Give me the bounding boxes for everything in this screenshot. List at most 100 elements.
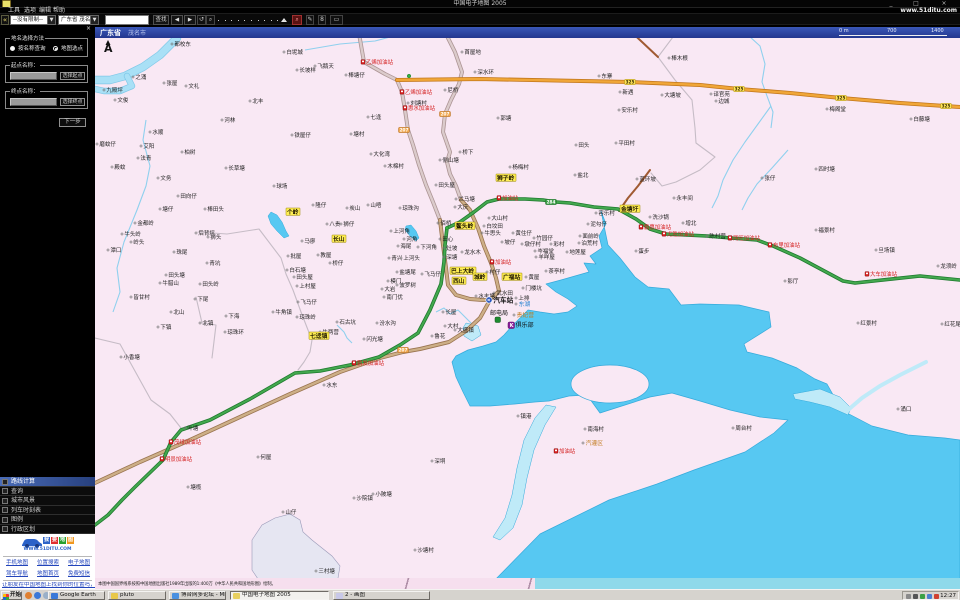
- radio-by-name-label[interactable]: 按名称查询: [18, 46, 46, 52]
- function-item-icon: [2, 526, 8, 532]
- quicklaunch-icon[interactable]: [25, 592, 32, 599]
- village-label: 田头岭: [202, 280, 219, 288]
- village-label: 沙塘村: [417, 546, 434, 554]
- village-label: 金都岭: [137, 219, 154, 227]
- radio-map-pick[interactable]: [53, 46, 58, 51]
- pick-end-button[interactable]: 选择终点: [60, 98, 85, 106]
- function-item-4[interactable]: 图例: [0, 515, 95, 525]
- maximize-button[interactable]: □: [912, 1, 920, 6]
- next-step-button[interactable]: 下一步: [59, 118, 86, 127]
- village-label: 白石塘: [289, 266, 306, 274]
- region-combobox[interactable]: 广东省 茂名市▼: [58, 15, 99, 25]
- logo-site-text: WWW.51DITU.COM: [0, 547, 95, 552]
- function-item-5[interactable]: 行政区划: [0, 525, 95, 535]
- town-label: 鳌头岭: [456, 222, 474, 230]
- gas-station-icon-window: [555, 450, 557, 452]
- promo-link-1-1[interactable]: 地图首页: [37, 571, 59, 577]
- village-label: 南门优: [386, 293, 403, 301]
- pick-start-button[interactable]: 选择起点: [60, 72, 85, 80]
- gas-station-label: 两旺加油站: [733, 234, 761, 242]
- promo-panel: 我要地图 WWW.51DITU.COM 让朋友在中国地图上找到你的位置吗，超链 …: [0, 534, 95, 589]
- search-input[interactable]: [105, 15, 149, 25]
- task-button-icon: [233, 593, 240, 599]
- windows-flag-icon: [3, 594, 9, 600]
- start-name-field[interactable]: [10, 72, 57, 80]
- start-group-title: 起点名称：: [10, 63, 40, 69]
- village-label: 鲁花: [434, 332, 446, 340]
- magnifier-active-icon[interactable]: ⌕: [292, 15, 302, 25]
- pen-icon[interactable]: ✎: [306, 15, 314, 25]
- task-button-0[interactable]: Google Earth: [48, 591, 105, 600]
- post-office-label: 邮电局: [490, 309, 508, 317]
- folder-icon[interactable]: ▭: [330, 15, 343, 25]
- village-label: 盐塘尾: [399, 268, 416, 276]
- promo-link-0-1[interactable]: 位置搜索: [37, 560, 59, 566]
- task-button-1[interactable]: pluto: [108, 591, 166, 600]
- village-label: 下河角: [420, 243, 437, 251]
- close-button[interactable]: ×: [940, 1, 948, 6]
- zoom-slider[interactable]: [216, 15, 290, 25]
- reset-view-icon[interactable]: ↺: [197, 15, 206, 25]
- radio-by-name[interactable]: [10, 46, 15, 51]
- zoom-tick: [218, 20, 219, 21]
- village-label: 山唔: [370, 201, 382, 209]
- village-label: 边城: [718, 97, 730, 105]
- quicklaunch-ie-icon[interactable]: [34, 592, 41, 599]
- village-label: 白坭城: [286, 48, 303, 56]
- village-label: 山仔: [285, 508, 297, 516]
- filter-combobox-value: --没有限制--: [13, 17, 43, 23]
- find-button[interactable]: 查找: [153, 15, 169, 25]
- promo-link-1-2[interactable]: 免费短信: [68, 571, 90, 577]
- promo-link-1-0[interactable]: 驾车导航: [6, 571, 28, 577]
- chevron-down-icon[interactable]: ▼: [90, 16, 98, 24]
- chevron-down-icon[interactable]: ▼: [47, 16, 55, 24]
- gas-station-icon-window: [362, 61, 364, 63]
- task-button-2[interactable]: 博台网多论坛 - Microso...: [169, 591, 226, 600]
- village-label: 棒塘仔: [348, 71, 365, 79]
- start-button[interactable]: 开始: [1, 591, 22, 600]
- function-item-1[interactable]: 查询: [0, 487, 95, 497]
- function-item-0[interactable]: 路线计算: [0, 477, 95, 487]
- gas-station-label: 茂绿加油站: [174, 438, 202, 446]
- zoom-icon[interactable]: ⌕: [206, 15, 215, 25]
- village-label: 永丰间: [676, 194, 693, 202]
- town-label: 长山: [333, 235, 345, 243]
- task-button-4[interactable]: 2 - 画图: [333, 591, 430, 600]
- village-label: 大山村: [491, 214, 508, 222]
- gas-station-label: 加油站: [559, 447, 576, 455]
- function-item-3[interactable]: 列车时刻表: [0, 506, 95, 516]
- village-label: 牛头岭: [124, 230, 141, 238]
- village-label: 批屋: [290, 252, 302, 260]
- village-label: 小陂塘: [375, 490, 392, 498]
- village-label: 竹园仔: [536, 234, 553, 242]
- map-canvas[interactable]: 325325325325284207207207都校东白坭城飞鹅天长坡样棒塘仔之…: [95, 38, 960, 578]
- prev-view-button[interactable]: ◀: [171, 15, 183, 25]
- end-name-field[interactable]: [10, 98, 57, 106]
- village-label: 地莲屋: [569, 248, 586, 256]
- panel-close-icon[interactable]: ×: [86, 26, 91, 32]
- village-label: 深垌: [434, 457, 446, 465]
- promo-link-0-2[interactable]: 电子地图: [68, 560, 90, 566]
- filter-combobox[interactable]: --没有限制-- ▼: [10, 15, 56, 25]
- task-button-3[interactable]: 中国电子地图 2005: [230, 591, 329, 600]
- village-label: 泥勾仔: [590, 220, 607, 228]
- measure-icon[interactable]: 8: [318, 15, 326, 25]
- gas-station-icon-window: [663, 233, 665, 235]
- village-label: 安乐村: [621, 106, 638, 114]
- function-item-2[interactable]: 城市风景: [0, 496, 95, 506]
- gas-station-icon-window: [866, 273, 868, 275]
- collapse-sidebar-button[interactable]: «: [1, 15, 9, 25]
- village-label: 汾水沟: [379, 319, 396, 327]
- task-button-label: 2 - 画图: [345, 592, 365, 598]
- promo-link[interactable]: 让朋友在中国地图上找到你的位置吗，超链: [2, 582, 95, 589]
- map-disclaimer: 本图中国国界线系按照中国地图出版社1989年出版的1:400万《中华人民共和国地…: [98, 581, 276, 587]
- village-label: 都校东: [174, 40, 191, 48]
- village-label: 牛思头: [484, 229, 501, 237]
- village-label: 波罗树: [399, 281, 416, 289]
- promo-link-0-0[interactable]: 手机地图: [6, 560, 28, 566]
- minimize-button[interactable]: _: [887, 1, 895, 6]
- radio-map-pick-label[interactable]: 地图选点: [61, 46, 83, 52]
- status-right-segment: [535, 578, 960, 589]
- next-view-button[interactable]: ▶: [184, 15, 196, 25]
- village-label: 译官苑: [713, 90, 730, 98]
